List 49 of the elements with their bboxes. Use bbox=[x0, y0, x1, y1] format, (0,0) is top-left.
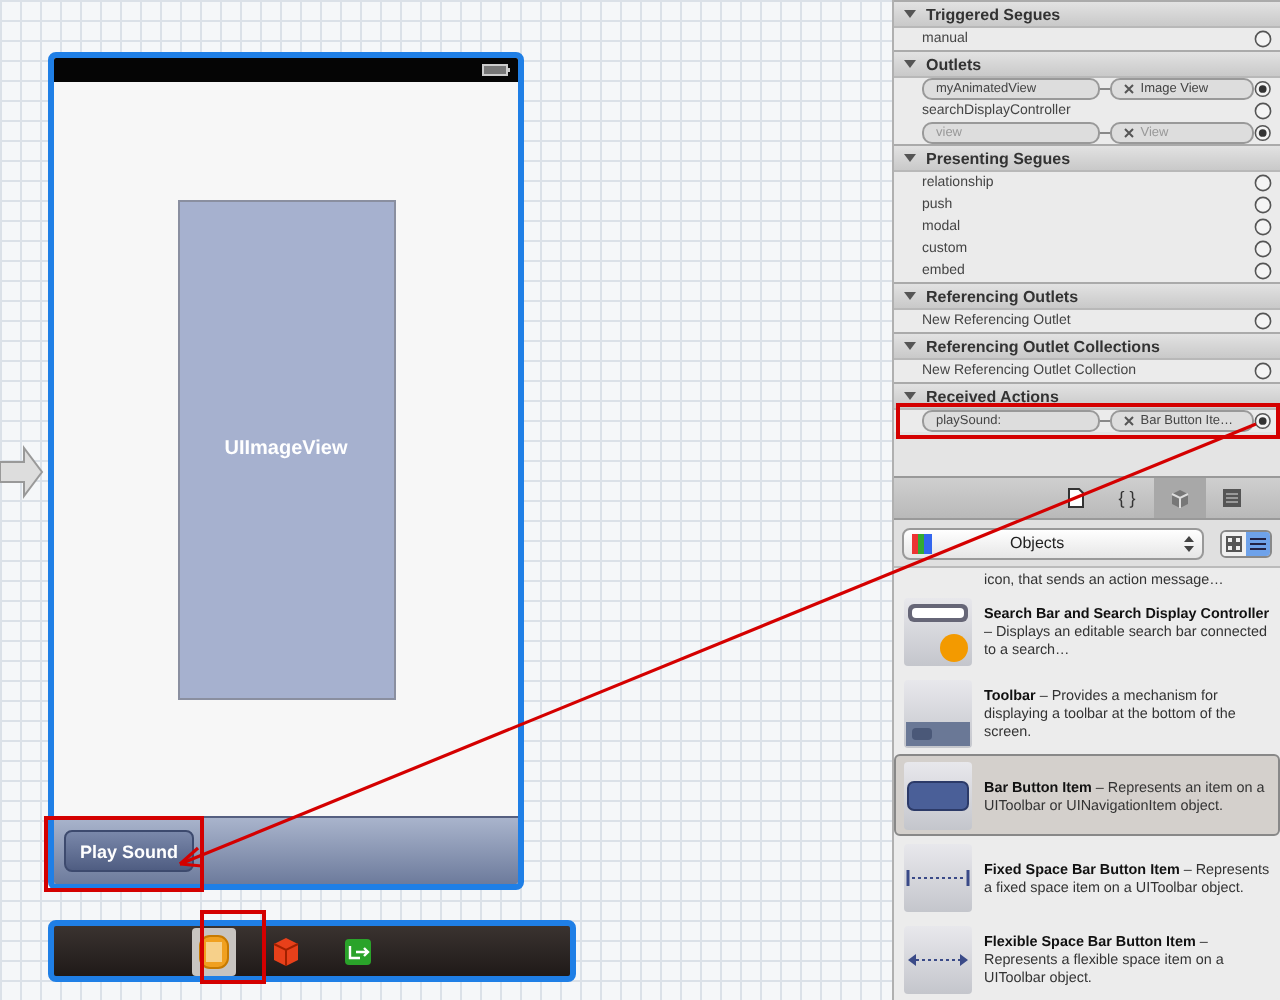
section-title: Referencing Outlet Collections bbox=[926, 337, 1160, 355]
section-header[interactable]: Outlets bbox=[894, 50, 1280, 78]
section-header[interactable]: Presenting Segues bbox=[894, 144, 1280, 172]
connection-circle-icon[interactable] bbox=[1254, 312, 1272, 330]
connection-circle-icon[interactable] bbox=[1254, 174, 1272, 192]
disclosure-icon[interactable] bbox=[904, 340, 916, 352]
disclosure-icon[interactable] bbox=[904, 390, 916, 402]
connection-circle-icon[interactable] bbox=[1254, 218, 1272, 236]
objects-icon bbox=[912, 533, 932, 553]
section-title: Triggered Segues bbox=[926, 5, 1061, 23]
section-title: Received Actions bbox=[926, 387, 1059, 405]
search-bar-icon bbox=[906, 599, 970, 663]
connection-circle-icon[interactable] bbox=[1254, 240, 1272, 258]
section-header[interactable]: Triggered Segues bbox=[894, 0, 1280, 28]
code-icon[interactable]: { } bbox=[1118, 488, 1136, 508]
toolbar-icon bbox=[906, 721, 970, 745]
battery-icon bbox=[482, 64, 510, 76]
play-sound-button[interactable]: Play Sound bbox=[64, 830, 195, 872]
section-header[interactable]: Referencing Outlet Collections bbox=[894, 332, 1280, 360]
cube-icon[interactable] bbox=[272, 935, 300, 967]
remove-icon[interactable] bbox=[1124, 84, 1135, 94]
connection-circle-icon[interactable] bbox=[1254, 80, 1272, 98]
cube-icon[interactable] bbox=[1169, 488, 1189, 508]
section-title: Presenting Segues bbox=[926, 149, 1071, 167]
connection-circle-icon[interactable] bbox=[1254, 362, 1272, 380]
disclosure-icon[interactable] bbox=[904, 58, 916, 70]
media-icon[interactable] bbox=[1221, 488, 1241, 508]
section-header[interactable]: Referencing Outlets bbox=[894, 282, 1280, 310]
disclosure-icon[interactable] bbox=[904, 290, 916, 302]
list-icon[interactable] bbox=[1250, 535, 1266, 551]
fixed-space-icon bbox=[906, 869, 970, 885]
disclosure-icon[interactable] bbox=[904, 152, 916, 164]
exit-icon[interactable] bbox=[344, 937, 372, 965]
connection-circle-icon[interactable] bbox=[1254, 102, 1272, 120]
remove-icon[interactable] bbox=[1124, 416, 1135, 426]
bar-button-icon bbox=[906, 779, 970, 811]
library-selector[interactable]: Objects bbox=[902, 527, 1204, 559]
entry-arrow-icon bbox=[0, 444, 44, 500]
section-title: Outlets bbox=[926, 55, 982, 73]
connection-circle-icon[interactable] bbox=[1254, 412, 1272, 430]
connection-circle-icon[interactable] bbox=[1254, 30, 1272, 48]
grid-icon[interactable] bbox=[1226, 535, 1242, 551]
updown-icon bbox=[1184, 535, 1194, 551]
annotation-box bbox=[200, 910, 266, 984]
section-title: Referencing Outlets bbox=[926, 287, 1079, 305]
flexible-space-icon bbox=[906, 951, 970, 967]
disclosure-icon[interactable] bbox=[904, 8, 916, 20]
connection-circle-icon[interactable] bbox=[1254, 262, 1272, 280]
connection-circle-icon[interactable] bbox=[1254, 196, 1272, 214]
